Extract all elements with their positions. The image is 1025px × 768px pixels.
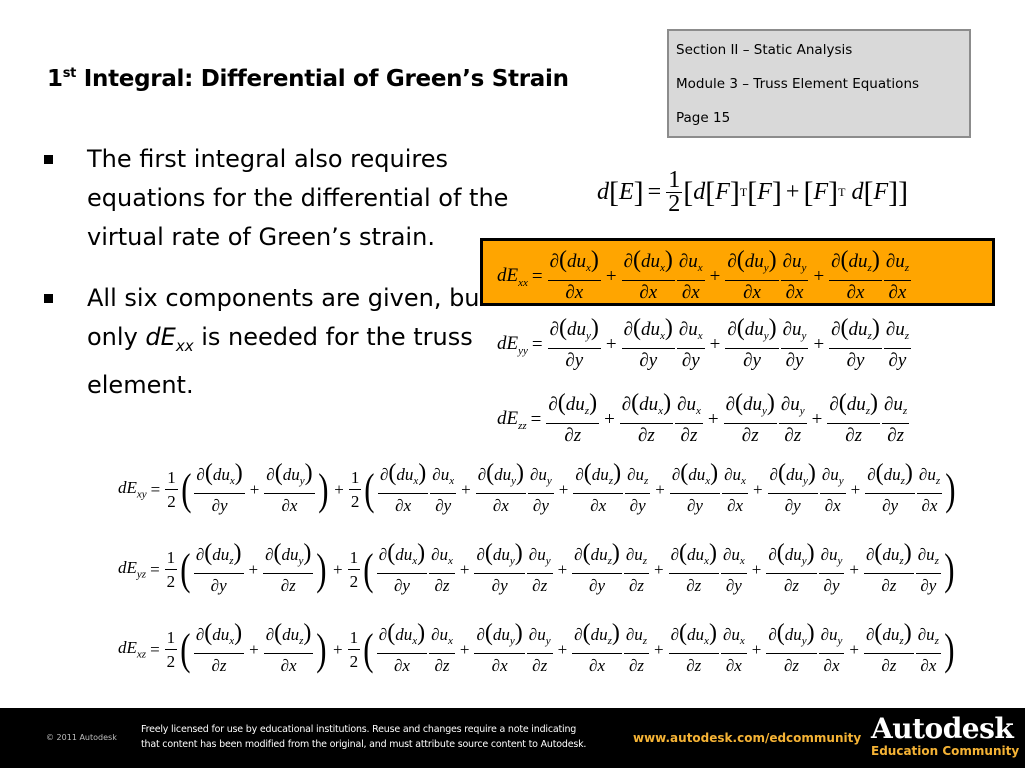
fraction: ∂(dux) ∂z bbox=[668, 540, 719, 595]
fraction: ∂(duz) ∂x bbox=[572, 620, 622, 675]
fraction: ∂(dux) ∂y bbox=[669, 460, 721, 515]
footer: © 2011 Autodesk Freely licensed for use … bbox=[0, 708, 1025, 768]
fraction: 12 bbox=[347, 548, 361, 591]
copyright: © 2011 Autodesk bbox=[46, 733, 117, 742]
fraction: ∂(dux) ∂x bbox=[378, 460, 429, 515]
equation-deyy: dEyy = ∂(duy) ∂y + ∂(dux) ∂y ∂ux ∂y + ∂(duy) ∂y ∂uy ∂… bbox=[497, 315, 911, 371]
fraction: ∂(duz) ∂y bbox=[829, 315, 882, 371]
module-label: Module 3 – Truss Element Equations bbox=[676, 76, 920, 92]
fraction: ∂(duz) ∂z bbox=[827, 390, 881, 446]
fraction: ∂(duy) ∂z bbox=[263, 540, 314, 595]
license-text: Freely licensed for use by educational i… bbox=[141, 724, 587, 750]
fraction: ∂(duz) ∂y bbox=[572, 540, 622, 595]
fraction: ∂(duy) ∂z bbox=[766, 620, 817, 675]
fraction: ∂ux ∂y bbox=[430, 464, 457, 515]
fraction: ∂uz ∂y bbox=[915, 544, 941, 595]
edcommunity-link[interactable]: www.autodesk.com/edcommunity bbox=[633, 731, 861, 745]
slide-title: 1st Integral: Differential of Green’s St… bbox=[47, 66, 569, 92]
fraction: ∂uz ∂y bbox=[625, 464, 651, 515]
fraction: ∂(dux) ∂x bbox=[547, 247, 601, 303]
fraction: ∂(duy) ∂x bbox=[474, 620, 525, 675]
fraction: ∂ux ∂x bbox=[720, 624, 747, 675]
fraction: ∂uy ∂z bbox=[526, 544, 553, 595]
fraction: ∂(duz) ∂x bbox=[573, 460, 624, 515]
fraction: ∂ux ∂x bbox=[722, 464, 748, 515]
fraction: ∂uy ∂x bbox=[819, 464, 846, 515]
fraction: ∂ux ∂y bbox=[676, 318, 705, 371]
bullet-list: The first integral also requires equatio… bbox=[40, 140, 510, 427]
fraction: ∂uz ∂y bbox=[883, 318, 911, 371]
fraction: ∂uy ∂y bbox=[818, 544, 845, 595]
bullet-marker-icon bbox=[44, 155, 53, 164]
fraction: 12 bbox=[347, 628, 361, 671]
fraction: ∂uz ∂z bbox=[882, 393, 910, 446]
page-label: Page 15 bbox=[676, 110, 731, 126]
fraction: ∂(dux) ∂z bbox=[619, 390, 674, 446]
fraction: ∂(dux) ∂x bbox=[376, 620, 428, 675]
fraction: 12 bbox=[348, 468, 362, 511]
fraction: ∂(duz) ∂y bbox=[865, 460, 915, 515]
equation-deyz: dEyz = 1 2(∂(duz) ∂y + ∂(duy) ∂z) +1 2(∂(dux) ∂y ∂u… bbox=[118, 540, 955, 595]
fraction: ∂(duz) ∂y bbox=[193, 540, 244, 595]
equation-lhs: dExx bbox=[497, 264, 528, 289]
fraction: ∂(duy) ∂y bbox=[725, 315, 779, 371]
equation-lhs: dEzz bbox=[497, 407, 527, 432]
equation-lhs: dEyy bbox=[497, 332, 528, 357]
fraction: 12 bbox=[164, 548, 178, 591]
info-box: Section II – Static Analysis Module 3 – … bbox=[667, 29, 971, 138]
fraction: ∂uy ∂y bbox=[527, 464, 554, 515]
equation-lhs: dExy bbox=[118, 478, 147, 501]
fraction: ∂(duy) ∂y bbox=[547, 315, 601, 371]
bullet-item: The first integral also requires equatio… bbox=[40, 140, 510, 257]
fraction: ∂(duy) ∂y bbox=[474, 540, 525, 595]
equation-lhs: dExz bbox=[118, 638, 147, 661]
fraction: ∂(dux) ∂z bbox=[668, 620, 719, 675]
fraction: ∂ux ∂z bbox=[429, 544, 455, 595]
fraction: ∂(dux) ∂x bbox=[621, 247, 675, 303]
fraction: ∂(duz) ∂z bbox=[864, 540, 914, 595]
fraction: ∂(duz) ∂x bbox=[263, 620, 314, 675]
fraction: ∂uy ∂y bbox=[780, 318, 809, 371]
main-equation: d[E] = 12 [d[F] T[F] +[F] T d[F]] bbox=[597, 167, 909, 217]
equation-dexx: dExx = ∂(dux) ∂x + ∂(dux) ∂x ∂ux ∂x + ∂(duy) ∂x ∂uy ∂… bbox=[497, 247, 911, 303]
fraction: ∂uy ∂x bbox=[818, 624, 845, 675]
fraction: ∂uy ∂z bbox=[526, 624, 553, 675]
fraction: 12 bbox=[164, 628, 178, 671]
fraction: ∂uz ∂x bbox=[883, 250, 911, 303]
fraction: ∂(dux) ∂y bbox=[621, 315, 675, 371]
fraction: ∂uy ∂z bbox=[778, 393, 807, 446]
bullet-marker-icon bbox=[44, 294, 53, 303]
equation-dexy: dExy = 1 2(∂(dux) ∂y + ∂(duy) ∂x) +1 2(∂(dux) ∂x ∂u… bbox=[118, 460, 956, 515]
fraction: ∂ux ∂y bbox=[720, 544, 747, 595]
bullet-item: All six components are given, but only d… bbox=[40, 279, 510, 405]
fraction: 12 bbox=[165, 468, 178, 511]
fraction: ∂(duy) ∂z bbox=[723, 390, 777, 446]
fraction: ∂ux ∂x bbox=[676, 250, 705, 303]
fraction: ∂uz ∂z bbox=[623, 624, 650, 675]
equation-dexz: dExz = 1 2(∂(dux) ∂z + ∂(duz) ∂x) +1 2(∂(dux) ∂x ∂u… bbox=[118, 620, 955, 675]
fraction: ∂(duy) ∂z bbox=[766, 540, 817, 595]
equation-lhs: dEyz bbox=[118, 558, 147, 581]
education-community-label: Education Community bbox=[871, 744, 1020, 758]
equation-dezz: dEzz = ∂(duz) ∂z + ∂(dux) ∂z ∂ux ∂z + ∂(duy) ∂z ∂uy ∂… bbox=[497, 390, 910, 446]
fraction: ∂uz ∂z bbox=[623, 544, 650, 595]
section-label: Section II – Static Analysis bbox=[676, 42, 853, 58]
fraction: ∂(duy) ∂x bbox=[475, 460, 526, 515]
fraction: ∂uz ∂x bbox=[916, 464, 943, 515]
fraction: ∂(duy) ∂x bbox=[264, 460, 315, 515]
fraction: ∂(duy) ∂x bbox=[725, 247, 779, 303]
autodesk-logo: Autodesk bbox=[871, 712, 1014, 745]
fraction: ∂(dux) ∂y bbox=[376, 540, 428, 595]
fraction: ∂(duz) ∂z bbox=[546, 390, 600, 446]
fraction: ∂ux ∂z bbox=[429, 624, 455, 675]
fraction: ∂(dux) ∂y bbox=[194, 460, 245, 515]
fraction: ∂(duz) ∂x bbox=[829, 247, 882, 303]
fraction: ∂(duz) ∂z bbox=[864, 620, 914, 675]
fraction: ∂ux ∂z bbox=[675, 393, 703, 446]
fraction: ∂uz ∂x bbox=[915, 624, 941, 675]
fraction: ∂(dux) ∂z bbox=[193, 620, 245, 675]
fraction: ∂(duy) ∂y bbox=[767, 460, 818, 515]
fraction: ∂uy ∂x bbox=[780, 250, 809, 303]
